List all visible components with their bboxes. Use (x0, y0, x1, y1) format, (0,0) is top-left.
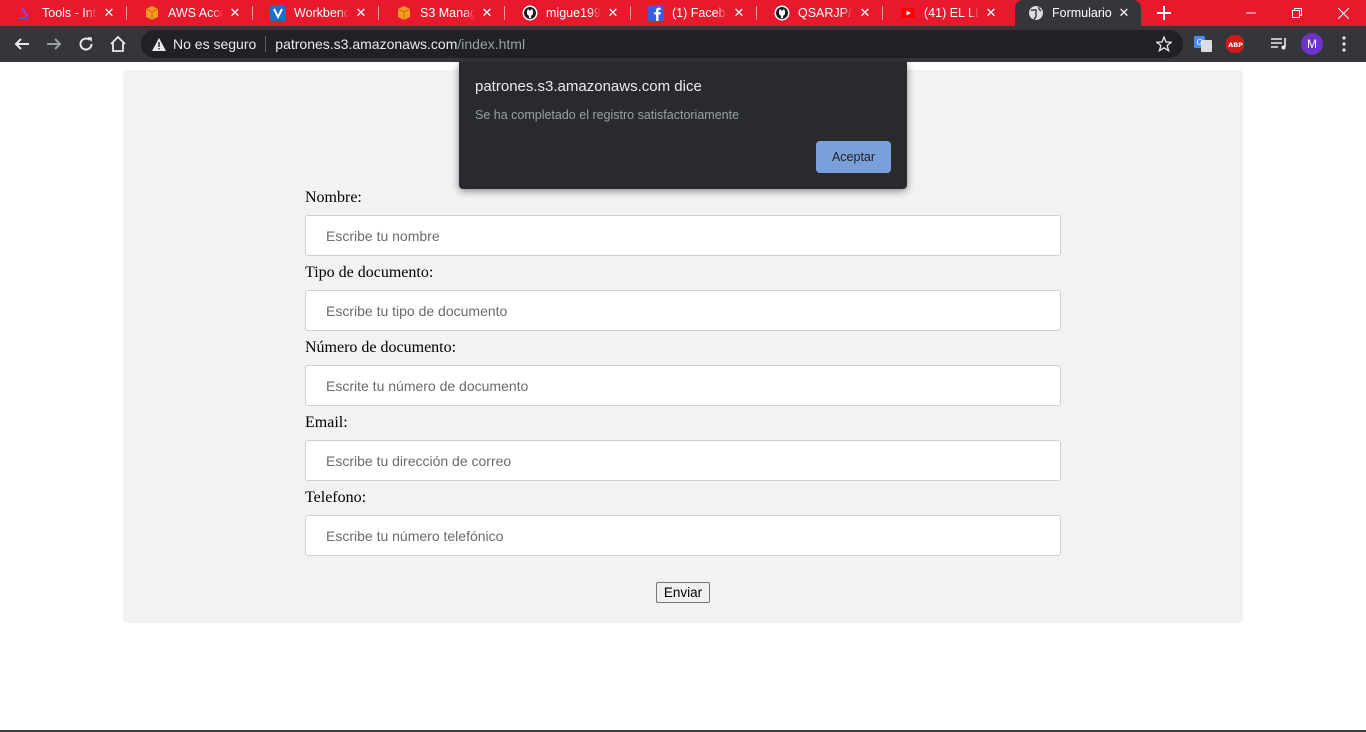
tab-workbench[interactable]: Workbench ✕ (252, 0, 379, 26)
email-input[interactable] (305, 440, 1061, 481)
google-translate-icon[interactable]: G (1193, 34, 1213, 54)
tab-strip: Tools - Intel ✕ AWS Account ✕ Workbench … (0, 0, 1366, 26)
tab-tools-intellij[interactable]: Tools - Intel ✕ (0, 0, 127, 26)
s3-icon (396, 5, 412, 21)
svg-text:ABP: ABP (1228, 41, 1243, 49)
tab-youtube[interactable]: (41) EL LEGEND ✕ (882, 0, 1008, 26)
close-icon[interactable]: ✕ (731, 5, 747, 21)
tab-title: QSARJP/AR (798, 6, 853, 20)
arrow-back-icon (14, 38, 29, 50)
svg-text:G: G (1197, 38, 1203, 47)
nombre-label: Nombre: (305, 189, 362, 206)
close-window-button[interactable] (1320, 0, 1366, 26)
reload-button[interactable] (72, 30, 100, 58)
close-icon[interactable]: ✕ (353, 5, 369, 21)
nombre-input[interactable] (305, 215, 1061, 256)
email-label: Email: (305, 414, 348, 431)
media-controls-icon[interactable] (1269, 34, 1289, 54)
new-tab-button[interactable] (1150, 0, 1178, 26)
close-icon[interactable]: ✕ (983, 5, 999, 21)
tab-aws-account[interactable]: AWS Account ✕ (126, 0, 253, 26)
close-icon[interactable]: ✕ (605, 5, 621, 21)
url-host: patrones.s3.amazonaws.com (275, 36, 458, 52)
arrow-forward-icon (47, 38, 62, 50)
close-window-icon (1337, 7, 1349, 19)
tab-title: Tools - Intel (42, 6, 97, 20)
adblock-plus-icon[interactable]: ABP (1225, 34, 1245, 54)
intellij-icon (18, 5, 34, 21)
facebook-icon (648, 5, 664, 21)
profile-avatar[interactable]: M (1301, 33, 1323, 55)
tipo-documento-input[interactable] (305, 290, 1061, 331)
close-icon[interactable]: ✕ (1116, 5, 1132, 21)
close-icon[interactable]: ✕ (101, 5, 117, 21)
tab-title: AWS Account (168, 6, 223, 20)
warning-icon[interactable] (151, 36, 167, 52)
back-button[interactable] (8, 30, 36, 58)
menu-kebab-icon[interactable] (1334, 34, 1354, 54)
tab-title: Formulario (1052, 6, 1112, 20)
security-label[interactable]: No es seguro (173, 36, 256, 52)
restore-button[interactable] (1274, 0, 1320, 26)
tab-title: migue1994/ (546, 6, 601, 20)
minimize-button[interactable] (1228, 0, 1274, 26)
tab-github-qsarjp[interactable]: QSARJP/AR ✕ (756, 0, 883, 26)
forward-button[interactable] (40, 30, 68, 58)
alert-dialog: patrones.s3.amazonaws.com dice Se ha com… (459, 62, 907, 189)
tab-s3-management[interactable]: S3 Management ✕ (378, 0, 505, 26)
youtube-icon (900, 5, 916, 21)
close-icon[interactable]: ✕ (227, 5, 243, 21)
tab-title: S3 Management (420, 6, 475, 20)
aws-icon (144, 5, 160, 21)
tipo-documento-label: Tipo de documento: (305, 264, 434, 281)
numero-documento-label: Número de documento: (305, 339, 457, 356)
close-icon[interactable]: ✕ (479, 5, 495, 21)
dialog-title: patrones.s3.amazonaws.com dice (475, 78, 702, 95)
plus-icon (1157, 6, 1171, 20)
address-bar[interactable]: No es seguro patrones.s3.amazonaws.com/i… (141, 30, 1183, 58)
browser-toolbar: No es seguro patrones.s3.amazonaws.com/i… (0, 26, 1366, 62)
enviar-button[interactable]: Enviar (656, 582, 710, 603)
minimize-icon (1246, 12, 1256, 14)
url-path: /index.html (457, 36, 526, 52)
telefono-input[interactable] (305, 515, 1061, 556)
reload-icon (79, 37, 93, 51)
tab-facebook[interactable]: (1) Facebook ✕ (630, 0, 757, 26)
tab-title: (41) EL LEGEND (924, 6, 979, 20)
telefono-label: Telefono: (305, 489, 367, 506)
home-button[interactable] (104, 30, 132, 58)
restore-icon (1292, 8, 1302, 18)
vault-icon (270, 5, 286, 21)
github-icon (522, 5, 538, 21)
numero-documento-input[interactable] (305, 365, 1061, 406)
tab-title: (1) Facebook (672, 6, 727, 20)
tab-formulario[interactable]: Formulario ✕ (1015, 0, 1141, 26)
globe-icon (1028, 5, 1044, 21)
bookmark-star-icon[interactable] (1155, 35, 1173, 53)
tab-title: Workbench (294, 6, 349, 20)
tab-github-migue1994[interactable]: migue1994/ ✕ (504, 0, 631, 26)
close-icon[interactable]: ✕ (857, 5, 873, 21)
github-icon (774, 5, 790, 21)
aceptar-button[interactable]: Aceptar (816, 141, 891, 173)
home-icon (110, 35, 126, 52)
dialog-message: Se ha completado el registro satisfactor… (475, 108, 740, 122)
